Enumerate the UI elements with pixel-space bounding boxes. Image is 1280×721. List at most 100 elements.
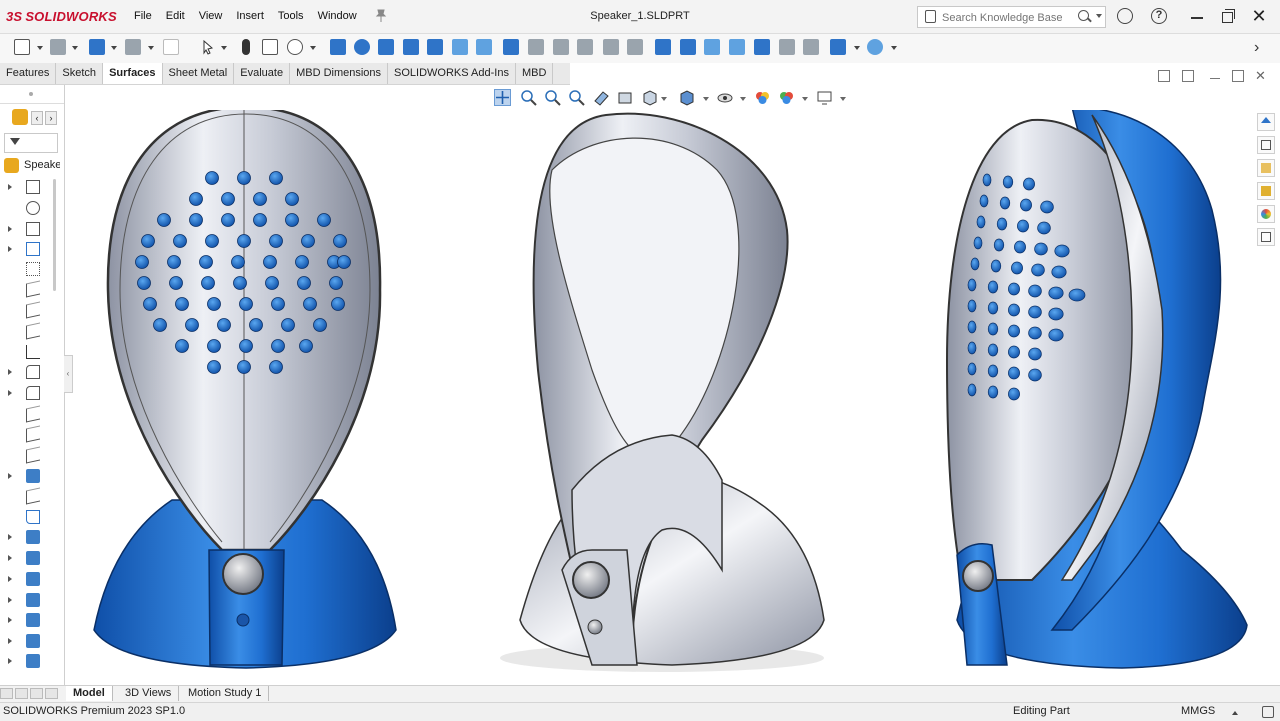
tree-item[interactable]	[0, 550, 62, 568]
swept-surface-icon[interactable]	[378, 39, 394, 55]
file-properties-icon[interactable]	[262, 39, 278, 55]
tree-item[interactable]	[0, 385, 62, 403]
view-settings-icon[interactable]	[816, 89, 833, 106]
tree-item[interactable]	[0, 364, 62, 382]
search-input[interactable]	[940, 9, 1074, 26]
fillet-icon[interactable]	[754, 39, 770, 55]
gear-icon[interactable]	[287, 39, 303, 55]
extend-surface-icon[interactable]	[655, 39, 671, 55]
tab-features[interactable]: Features	[0, 63, 57, 84]
expand-icon[interactable]: ›	[1254, 39, 1272, 57]
chevron-down-icon[interactable]	[840, 97, 846, 101]
tab-mbd[interactable]: MBD	[516, 63, 554, 84]
tab-evaluate[interactable]: Evaluate	[234, 63, 291, 84]
menu-tools[interactable]: Tools	[271, 10, 311, 22]
offset-surface-icon[interactable]	[528, 39, 544, 55]
tab-motion-study-1[interactable]: Motion Study 1	[181, 686, 270, 701]
open-icon[interactable]	[50, 39, 66, 55]
tab-mbd-dimensions[interactable]: MBD Dimensions	[290, 63, 389, 84]
units-selector[interactable]: MMGS	[1181, 705, 1215, 717]
chevron-left-icon[interactable]: ‹	[31, 111, 43, 125]
curves-icon[interactable]	[867, 39, 883, 55]
chevron-down-icon[interactable]	[854, 46, 860, 50]
view-palette-icon[interactable]	[1257, 182, 1275, 200]
chevron-down-icon[interactable]	[310, 46, 316, 50]
user-circle-icon[interactable]	[1117, 8, 1133, 24]
chevron-down-icon[interactable]	[111, 46, 117, 50]
chevron-down-icon[interactable]	[703, 97, 709, 101]
tree-item[interactable]	[0, 322, 62, 341]
viewport-restore-icon[interactable]	[1232, 70, 1244, 82]
chevron-down-icon[interactable]	[661, 97, 667, 101]
funnel-icon[interactable]	[4, 133, 58, 153]
next-tab-icon[interactable]	[30, 688, 43, 699]
viewport-close-icon[interactable]: ✕	[1255, 69, 1267, 82]
tab-sketch[interactable]: Sketch	[56, 63, 104, 84]
undo-icon[interactable]	[163, 39, 179, 55]
thicken-icon[interactable]	[803, 39, 819, 55]
tree-item[interactable]	[0, 487, 62, 506]
expand-arrow-icon[interactable]	[8, 534, 12, 540]
expand-arrow-icon[interactable]	[8, 369, 12, 375]
edit-appearance-icon[interactable]	[754, 89, 771, 106]
save-icon[interactable]	[89, 39, 105, 55]
tab-model[interactable]: Model	[66, 686, 113, 701]
tree-item[interactable]	[0, 446, 62, 465]
extruded-surface-icon[interactable]	[330, 39, 346, 55]
tree-item[interactable]	[0, 425, 62, 444]
expand-arrow-icon[interactable]	[8, 246, 12, 252]
zoom-to-fit-icon[interactable]	[520, 89, 537, 106]
tree-item[interactable]	[0, 468, 62, 486]
first-tab-icon[interactable]	[0, 688, 13, 699]
surface-flatten-icon[interactable]	[577, 39, 593, 55]
hide-show-items-icon[interactable]	[717, 89, 734, 106]
expand-arrow-icon[interactable]	[8, 576, 12, 582]
chevron-down-icon[interactable]	[1096, 14, 1102, 18]
chevron-down-icon[interactable]	[802, 97, 808, 101]
chevron-right-icon[interactable]: ›	[45, 111, 57, 125]
untrim-surface-icon[interactable]	[704, 39, 720, 55]
prev-tab-icon[interactable]	[15, 688, 28, 699]
appearances-icon[interactable]	[1257, 205, 1275, 223]
apply-scene-icon[interactable]	[778, 89, 795, 106]
tree-item[interactable]	[0, 241, 62, 259]
tab-surfaces[interactable]: Surfaces	[103, 63, 163, 84]
chevron-down-icon[interactable]	[740, 97, 746, 101]
tab-3d-views[interactable]: 3D Views	[118, 686, 180, 701]
feature-manager-icon[interactable]	[12, 109, 28, 125]
minimize-button[interactable]	[1188, 7, 1206, 25]
menu-edit[interactable]: Edit	[159, 10, 192, 22]
tree-item[interactable]	[0, 592, 62, 610]
expand-arrow-icon[interactable]	[8, 390, 12, 396]
freeform-icon[interactable]	[476, 39, 492, 55]
view-orientation-icon[interactable]	[641, 89, 658, 106]
previous-view-icon[interactable]	[568, 89, 585, 106]
expand-arrow-icon[interactable]	[8, 638, 12, 644]
tab-solidworks-add-ins[interactable]: SOLIDWORKS Add-Ins	[388, 63, 516, 84]
home-icon[interactable]	[1257, 113, 1275, 131]
panel-splitter[interactable]	[0, 85, 64, 104]
pan-icon[interactable]	[494, 89, 511, 106]
tab-sheet-metal[interactable]: Sheet Metal	[163, 63, 235, 84]
chamfer-icon[interactable]	[779, 39, 795, 55]
chevron-down-icon[interactable]	[72, 46, 78, 50]
display-style-icon[interactable]	[678, 89, 695, 106]
planar-surface-icon[interactable]	[503, 39, 519, 55]
design-library-icon[interactable]	[1257, 136, 1275, 154]
tree-item[interactable]	[0, 571, 62, 589]
expand-arrow-icon[interactable]	[8, 226, 12, 232]
tree-item[interactable]	[0, 405, 62, 424]
question-circle-icon[interactable]: ?	[1151, 8, 1167, 24]
pin-icon[interactable]	[375, 9, 387, 23]
tree-item[interactable]	[0, 344, 62, 362]
menu-file[interactable]: File	[127, 10, 159, 22]
custom-properties-icon[interactable]	[1257, 228, 1275, 246]
viewport-minimize-icon[interactable]	[1209, 70, 1221, 82]
chevron-down-icon[interactable]	[891, 46, 897, 50]
tree-root-part[interactable]: Speaker_1	[4, 157, 64, 175]
print-icon[interactable]	[125, 39, 141, 55]
expand-arrow-icon[interactable]	[8, 184, 12, 190]
graphics-area[interactable]	[72, 105, 1252, 685]
section-view-icon[interactable]	[593, 89, 610, 106]
tree-item[interactable]	[0, 221, 62, 239]
